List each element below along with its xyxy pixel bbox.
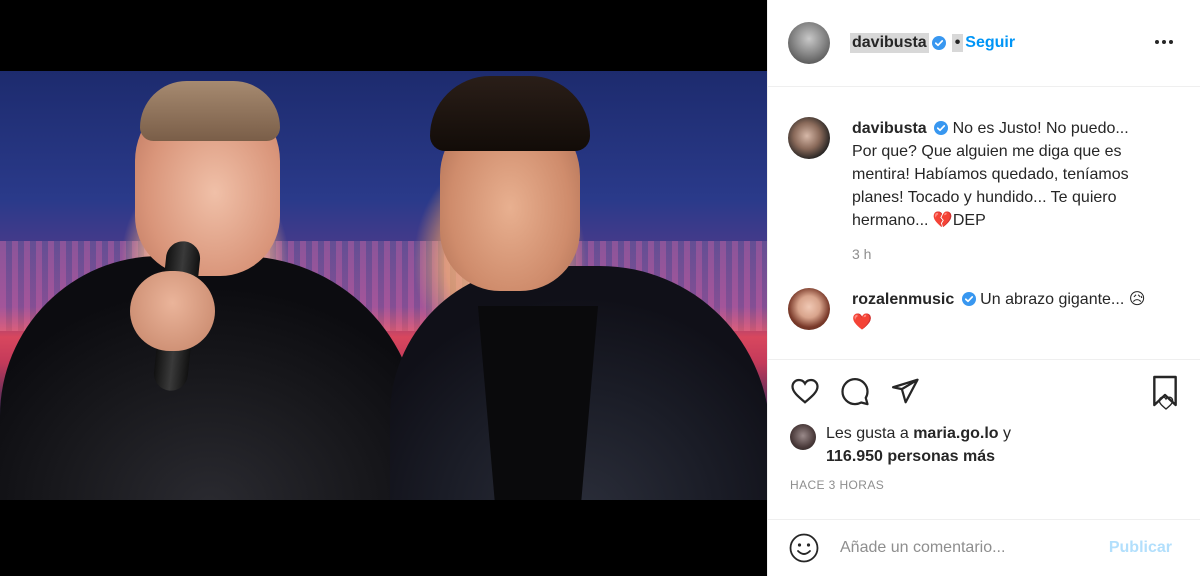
singer-left-hair	[140, 81, 280, 141]
singer-right-shirt	[478, 306, 598, 500]
comment-username[interactable]: rozalenmusic	[852, 291, 954, 308]
emoji-smile-icon[interactable]	[788, 532, 820, 564]
list-item: rozalenmusic Un abrazo gigante... 😥❤️	[788, 288, 1180, 334]
comments-section: davibusta No es Justo! No puedo... Por q…	[768, 87, 1200, 410]
likes-text: Les gusta a maria.go.lo y 116.950 person…	[826, 422, 1011, 468]
comment-body: rozalenmusic Un abrazo gigante... 😥❤️	[852, 288, 1152, 334]
post-side-panel: davibusta • Seguir davibusta No es Justo…	[767, 0, 1200, 576]
singer-left-hand	[130, 271, 215, 351]
likes-summary: Les gusta a maria.go.lo y 116.950 person…	[768, 422, 1200, 468]
author-username[interactable]: davibusta	[850, 33, 929, 53]
post-header: davibusta • Seguir	[768, 0, 1200, 87]
heart-icon[interactable]	[788, 374, 822, 408]
likes-conjunction: y	[1003, 425, 1011, 442]
caption-comment: davibusta No es Justo! No puedo... Por q…	[788, 117, 1180, 232]
caption-body: davibusta No es Justo! No puedo... Por q…	[852, 117, 1152, 232]
verified-badge-icon	[961, 290, 976, 306]
comment-username[interactable]: davibusta	[852, 120, 927, 137]
comment-timestamp[interactable]: 3 h	[852, 246, 1180, 262]
post-media	[0, 0, 767, 576]
separator-dot: •	[951, 34, 964, 52]
paper-plane-icon[interactable]	[888, 374, 922, 408]
author-avatar[interactable]	[788, 22, 830, 64]
bookmark-icon[interactable]	[1148, 374, 1182, 408]
action-bar	[768, 360, 1200, 422]
likes-count-link[interactable]: 116.950 personas más	[826, 448, 995, 465]
liker-username[interactable]: maria.go.lo	[913, 425, 998, 442]
liker-avatar[interactable]	[790, 424, 816, 450]
avatar[interactable]	[788, 117, 830, 159]
comment-bubble-icon[interactable]	[838, 374, 872, 408]
publish-button[interactable]: Publicar	[1109, 539, 1172, 557]
more-options-icon[interactable]	[1152, 30, 1176, 54]
verified-badge-icon	[934, 119, 949, 135]
verified-badge-icon	[931, 36, 946, 50]
singer-right-hair	[430, 76, 590, 151]
instagram-post-modal: davibusta • Seguir davibusta No es Justo…	[0, 0, 1200, 576]
post-photo[interactable]	[0, 71, 767, 500]
follow-button[interactable]: Seguir	[965, 34, 1015, 52]
likes-prefix: Les gusta a	[826, 425, 909, 442]
comment-input[interactable]: Añade un comentario...	[840, 539, 1109, 557]
add-comment-bar: Añade un comentario... Publicar	[768, 519, 1200, 576]
avatar[interactable]	[788, 288, 830, 330]
post-time-ago[interactable]: HACE 3 HORAS	[768, 468, 1200, 492]
